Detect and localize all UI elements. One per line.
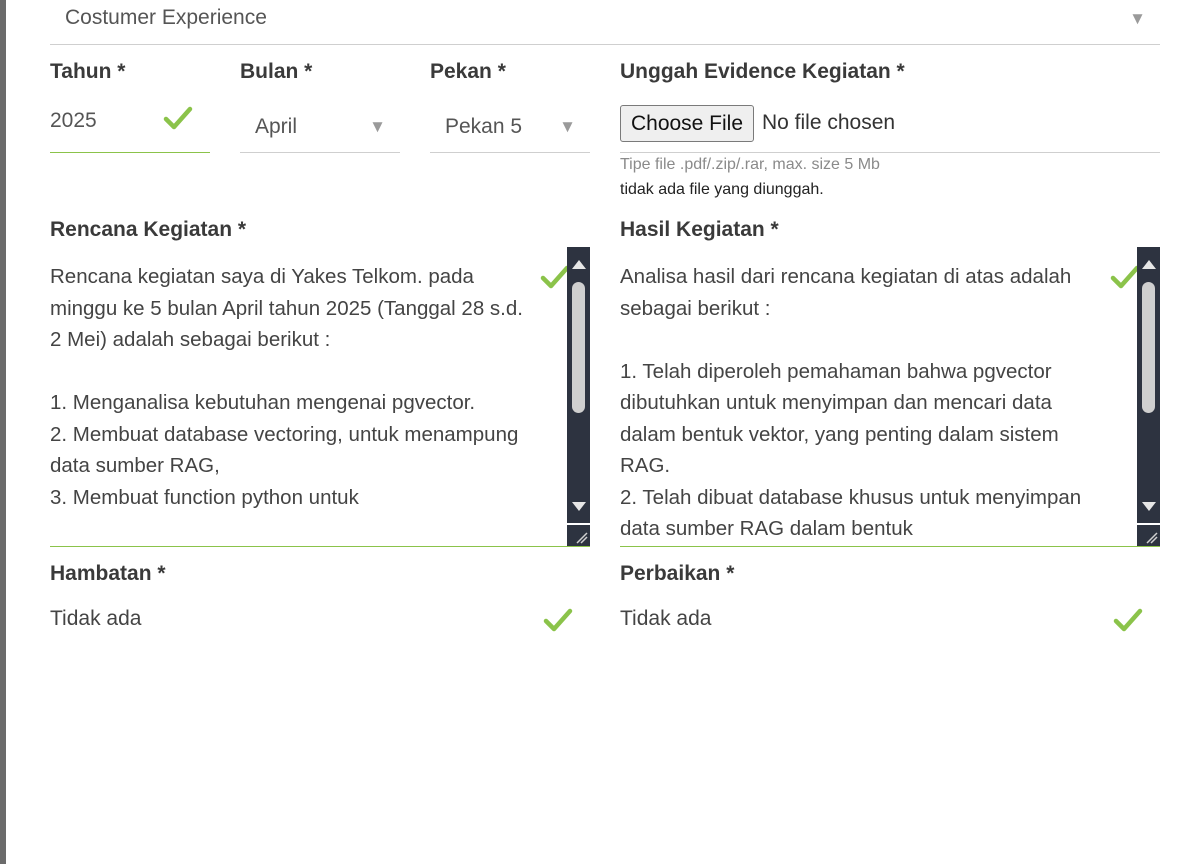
caret-down-icon: ▼ [369,117,386,136]
bulan-label: Bulan * [240,60,313,83]
tahun-label: Tahun * [50,60,126,83]
pekan-label: Pekan * [430,60,506,83]
check-icon [540,263,570,293]
pekan-value: Pekan 5 [445,115,523,138]
check-icon [543,606,573,636]
file-status-text: No file chosen [762,111,896,134]
caret-down-icon: ▼ [559,117,576,136]
evidence-label: Unggah Evidence Kegiatan * [620,60,905,83]
resize-handle-icon[interactable] [1137,525,1160,546]
scroll-up-icon[interactable] [1142,260,1156,269]
bulan-select[interactable]: April ▼ [240,108,400,153]
file-type-hint: Tipe file .pdf/.zip/.rar, max. size 5 Mb [620,156,880,173]
scroll-up-icon[interactable] [572,260,586,269]
rencana-label: Rencana Kegiatan * [50,218,247,241]
scroll-thumb[interactable] [1142,282,1155,413]
bulan-value: April [255,115,298,138]
tahun-input[interactable]: 2025 [50,106,210,153]
rencana-textarea[interactable]: Rencana kegiatan saya di Yakes Telkom. p… [50,247,590,547]
choose-file-button[interactable]: Choose File [620,105,754,142]
perbaikan-label: Perbaikan * [620,562,735,585]
check-icon [1113,606,1143,636]
rencana-scrollbar[interactable] [567,247,590,523]
division-select[interactable]: Costumer Experience ▼ [50,0,1160,45]
uploaded-files-note: tidak ada file yang diunggah. [620,181,824,198]
pekan-select[interactable]: Pekan 5 ▼ [430,108,590,153]
resize-handle-icon[interactable] [567,525,590,546]
scroll-down-icon[interactable] [572,502,586,511]
check-icon [163,104,193,134]
scroll-down-icon[interactable] [1142,502,1156,511]
perbaikan-value[interactable]: Tidak ada [620,607,711,631]
hambatan-value[interactable]: Tidak ada [50,607,141,631]
division-select-value: Costumer Experience [65,6,267,29]
left-edge-bar [0,0,6,864]
hasil-text: Analisa hasil dari rencana kegiatan di a… [620,265,1082,540]
scroll-thumb[interactable] [572,282,585,413]
file-input-underline [620,152,1160,153]
rencana-text: Rencana kegiatan saya di Yakes Telkom. p… [50,265,523,509]
caret-down-icon: ▼ [1129,9,1146,28]
check-icon [1110,263,1140,293]
hasil-scrollbar[interactable] [1137,247,1160,523]
hambatan-label: Hambatan * [50,562,166,585]
hasil-label: Hasil Kegiatan * [620,218,779,241]
tahun-value: 2025 [50,109,97,132]
hasil-textarea[interactable]: Analisa hasil dari rencana kegiatan di a… [620,247,1160,547]
